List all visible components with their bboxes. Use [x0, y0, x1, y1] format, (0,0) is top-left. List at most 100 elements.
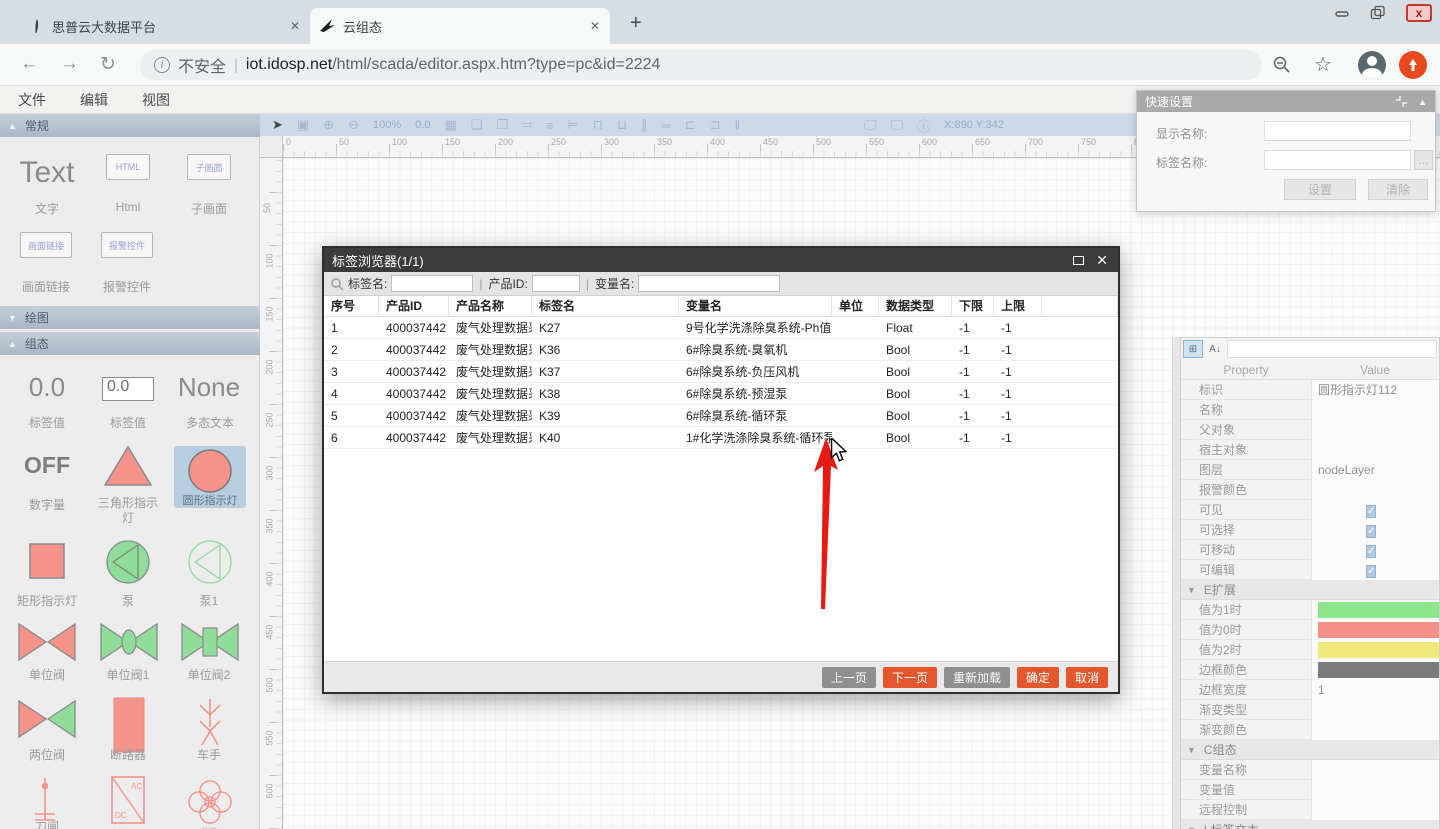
forward-icon[interactable]: →: [60, 53, 79, 75]
table-row[interactable]: 6400037442废气处理数据采K401#化学洗涤除臭系统-循环泵Bool-1…: [324, 427, 1118, 449]
menu-edit[interactable]: 编辑: [80, 90, 108, 110]
preview-monitor-icon[interactable]: 🖵: [864, 117, 877, 133]
property-row[interactable]: 远程控制: [1181, 800, 1439, 820]
palette-item-text-icon[interactable]: Text: [14, 156, 80, 190]
categorize-view-icon[interactable]: ⊞: [1183, 340, 1203, 358]
palette-item-subscreen-icon[interactable]: 子画面: [187, 154, 231, 180]
new-tab-button[interactable]: +: [630, 12, 642, 35]
align-middle-icon[interactable]: ⊔: [617, 117, 627, 133]
col-low[interactable]: 下限: [952, 296, 994, 317]
checkbox-checked-icon[interactable]: ✓: [1366, 565, 1376, 578]
close-button-annotated[interactable]: x: [1406, 4, 1432, 22]
palette-item-pump-icon[interactable]: [105, 539, 151, 585]
dialog-close-icon[interactable]: ✕: [1096, 252, 1108, 269]
property-row[interactable]: 渐变类型: [1181, 700, 1439, 720]
dock-icon[interactable]: [1395, 95, 1408, 108]
menu-file[interactable]: 文件: [18, 90, 46, 110]
palette-item-html-icon[interactable]: HTML: [106, 154, 150, 180]
checkbox-checked-icon[interactable]: ✓: [1366, 545, 1376, 558]
section-scada[interactable]: ▲ 组态: [0, 332, 260, 355]
distribute-v-icon[interactable]: ═: [662, 118, 671, 133]
palette-item-valve-icon[interactable]: [17, 622, 77, 662]
palette-item-multistate-icon[interactable]: None: [176, 372, 242, 403]
property-row[interactable]: 图层nodeLayer: [1181, 460, 1439, 480]
table-row[interactable]: 5400037442废气处理数据采K396#除臭系统-循环泵Bool-1-1: [324, 405, 1118, 427]
minimize-icon[interactable]: [1334, 5, 1350, 21]
palette-item-tagvalue-boxed-icon[interactable]: 0.0: [102, 377, 154, 401]
property-row[interactable]: 边框颜色: [1181, 660, 1439, 680]
save-icon[interactable]: ▣: [297, 117, 309, 133]
display-name-input[interactable]: [1264, 121, 1411, 141]
palette-item-breaker-icon[interactable]: [113, 697, 145, 753]
col-tag[interactable]: 标签名: [532, 296, 679, 317]
profile-avatar-icon[interactable]: [1358, 51, 1386, 79]
property-row[interactable]: 变量名称: [1181, 760, 1439, 780]
property-row[interactable]: 渐变颜色: [1181, 720, 1439, 740]
property-row[interactable]: 可编辑✓: [1181, 560, 1439, 580]
info-icon[interactable]: ⓘ: [917, 116, 930, 135]
same-width-icon[interactable]: ⊏: [685, 117, 696, 133]
section-general[interactable]: ▲ 常规: [0, 114, 260, 137]
search-var-input[interactable]: [638, 275, 780, 292]
palette-item-inverter-icon[interactable]: ACDC: [111, 776, 145, 824]
pointer-tool-icon[interactable]: ➤: [272, 117, 283, 133]
col-unit[interactable]: 单位: [832, 296, 879, 317]
align-center-icon[interactable]: ≡: [546, 118, 554, 133]
property-row[interactable]: 宿主对象: [1181, 440, 1439, 460]
property-row[interactable]: 标识圆形指示灯112: [1181, 380, 1439, 400]
dialog-titlebar[interactable]: 标签浏览器(1/1) ✕: [324, 248, 1118, 272]
palette-item-twoway-valve-icon[interactable]: [17, 699, 77, 739]
property-row[interactable]: 值为1时: [1181, 600, 1439, 620]
clear-button[interactable]: 清除: [1368, 179, 1428, 200]
palette-item-triangle-light-icon[interactable]: [102, 444, 154, 488]
next-page-button[interactable]: 下一页: [883, 667, 937, 688]
color-swatch-red[interactable]: [1318, 622, 1439, 638]
browser-tab-1[interactable]: 思普云大数据平台 ✕: [20, 8, 310, 44]
palette-item-alarm-icon[interactable]: 报警控件: [101, 232, 153, 258]
property-group-row[interactable]: ▼E扩展: [1181, 580, 1439, 600]
property-panel-gutter[interactable]: [1172, 337, 1180, 829]
distribute-h-icon[interactable]: ∥: [641, 117, 648, 133]
align-left-icon[interactable]: ⫤: [522, 117, 532, 133]
table-row[interactable]: 1400037442废气处理数据采K279号化学洗涤除臭系统-Ph值Float-…: [324, 317, 1118, 339]
publish-monitor-icon[interactable]: 🖵: [891, 117, 904, 133]
property-row[interactable]: 变量值: [1181, 780, 1439, 800]
palette-item-tagvalue-icon[interactable]: 0.0: [14, 372, 80, 403]
col-var[interactable]: 变量名: [679, 296, 832, 317]
paste-icon[interactable]: ❐: [496, 117, 508, 133]
palette-item-valve1-icon[interactable]: [99, 622, 159, 662]
align-right-icon[interactable]: ⊨: [567, 117, 578, 133]
search-tag-input[interactable]: [391, 275, 473, 292]
bookmark-star-icon[interactable]: ☆: [1314, 52, 1332, 77]
tag-picker-button[interactable]: ...: [1414, 150, 1433, 170]
property-row[interactable]: 父对象: [1181, 420, 1439, 440]
palette-item-bt-icon[interactable]: [186, 778, 234, 826]
search-pid-input[interactable]: [532, 275, 580, 292]
palette-item-valve2-icon[interactable]: [180, 622, 240, 662]
property-row[interactable]: 可见✓: [1181, 500, 1439, 520]
quick-settings-header[interactable]: 快速设置 ▲: [1137, 91, 1435, 112]
col-seq[interactable]: 序号: [324, 296, 379, 317]
ok-button[interactable]: 确定: [1017, 667, 1059, 688]
copy-icon[interactable]: ❏: [471, 117, 483, 133]
set-button[interactable]: 设置: [1284, 179, 1356, 200]
property-row[interactable]: 值为2时: [1181, 640, 1439, 660]
zoom-in-icon[interactable]: ⊕: [323, 117, 334, 133]
property-filter-input[interactable]: [1227, 340, 1437, 358]
color-swatch-green[interactable]: [1318, 602, 1439, 618]
col-pname[interactable]: 产品名称: [449, 296, 532, 317]
same-height-icon[interactable]: ⊐: [710, 117, 721, 133]
col-dtype[interactable]: 数据类型: [879, 296, 952, 317]
table-row[interactable]: 3400037442废气处理数据采K376#除臭系统-负压风机Bool-1-1: [324, 361, 1118, 383]
zoom-out-tool-icon[interactable]: ⊖: [348, 117, 359, 133]
cancel-button[interactable]: 取消: [1066, 667, 1108, 688]
page-info-icon[interactable]: i: [154, 57, 170, 73]
palette-item-circle-light-selected[interactable]: 圆形指示灯: [174, 446, 246, 508]
browser-tab-2-active[interactable]: 云组态 ✕: [310, 8, 610, 44]
browser-brand-icon[interactable]: [1399, 51, 1427, 79]
reload-button[interactable]: 重新加载: [944, 667, 1010, 688]
checkbox-checked-icon[interactable]: ✓: [1366, 505, 1376, 518]
property-row[interactable]: 报警颜色: [1181, 480, 1439, 500]
checkbox-checked-icon[interactable]: ✓: [1366, 525, 1376, 538]
dialog-maximize-icon[interactable]: [1073, 256, 1084, 265]
